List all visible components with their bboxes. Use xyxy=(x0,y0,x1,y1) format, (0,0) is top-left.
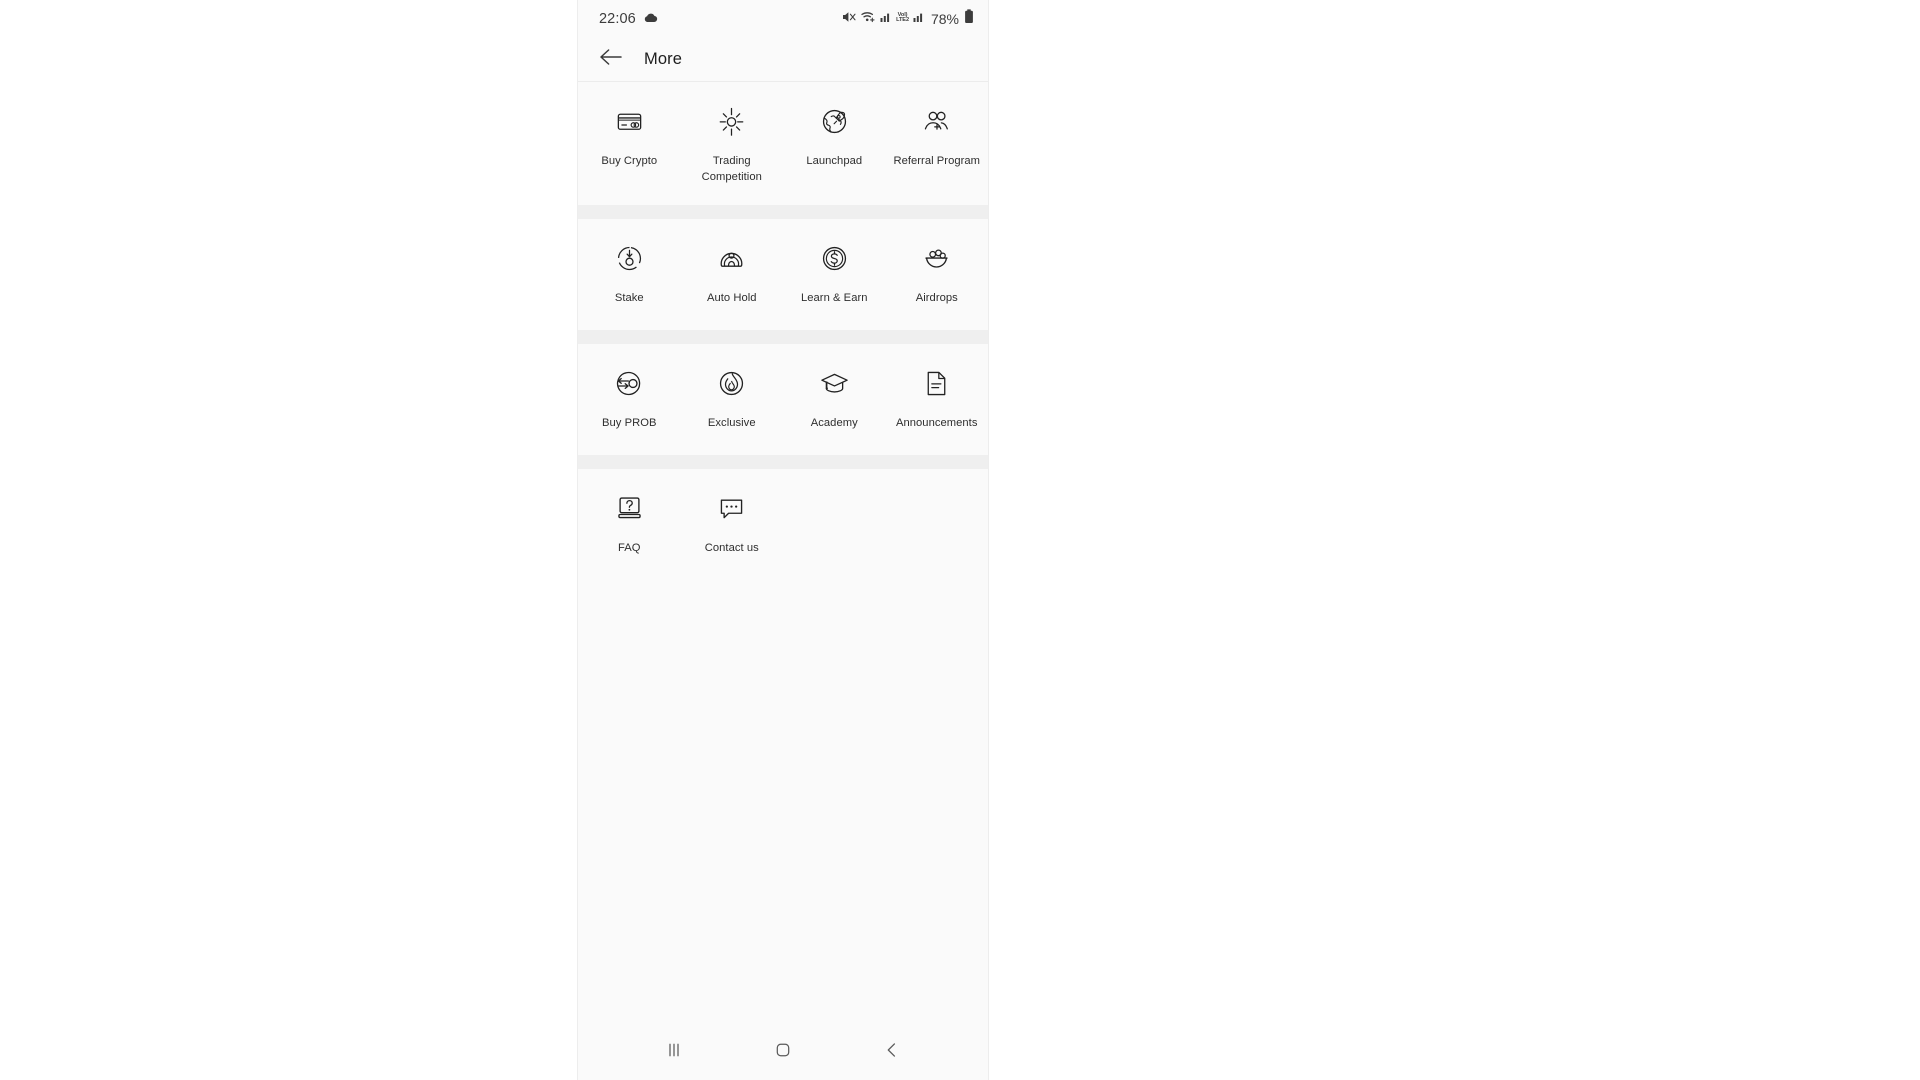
menu-item-trading-competition[interactable]: Trading Competition xyxy=(681,97,784,195)
menu-label: Trading Competition xyxy=(702,153,762,185)
grid-section-4: FAQ Contact us xyxy=(578,484,988,570)
menu-label: Referral Program xyxy=(893,155,981,167)
menu-label: FAQ xyxy=(617,542,641,555)
menu-item-buy-crypto[interactable]: Buy Crypto xyxy=(578,97,681,195)
menu-item-buy-prob[interactable]: Buy PROB xyxy=(578,359,681,445)
menu-item-airdrops[interactable]: Airdrops xyxy=(886,234,989,320)
section-resources: Buy PROB Exclusive Academy Announcements xyxy=(578,344,988,456)
stake-circle-arrow-icon xyxy=(613,242,645,274)
globe-rocket-icon xyxy=(818,105,850,137)
recents-icon xyxy=(664,1040,684,1065)
menu-item-faq[interactable]: FAQ xyxy=(578,484,681,570)
home-icon xyxy=(773,1040,793,1065)
menu-label: Learn & Earn xyxy=(800,292,868,305)
recents-button[interactable] xyxy=(650,1030,698,1074)
page-title: More xyxy=(644,50,682,68)
wifi-icon xyxy=(861,10,876,28)
android-nav-bar xyxy=(578,1024,988,1080)
section-support: FAQ Contact us xyxy=(578,469,988,581)
menu-label: Stake xyxy=(614,292,644,305)
grid-empty-cell xyxy=(886,484,989,570)
cloud-icon xyxy=(643,10,658,28)
menu-label: Buy PROB xyxy=(602,417,657,430)
menu-label: Auto Hold xyxy=(706,292,757,305)
menu-item-learn-and-earn[interactable]: Learn & Earn xyxy=(783,234,886,320)
menu-item-stake[interactable]: Stake xyxy=(578,234,681,320)
people-add-icon xyxy=(921,105,953,137)
airdrop-bowl-icon xyxy=(921,242,953,274)
menu-label: Academy xyxy=(810,417,858,430)
menu-item-contact-us[interactable]: Contact us xyxy=(681,484,784,570)
document-icon xyxy=(921,367,953,399)
credit-card-icon xyxy=(613,105,645,137)
status-bar-left: 22:06 xyxy=(599,10,658,28)
grid-empty-cell xyxy=(783,484,886,570)
battery-percent: 78% xyxy=(930,11,959,27)
dollar-coin-icon xyxy=(818,242,850,274)
home-button[interactable] xyxy=(759,1030,807,1074)
app-header: More xyxy=(578,38,988,82)
chevron-left-icon xyxy=(882,1040,902,1065)
chat-bubble-icon xyxy=(716,492,748,524)
menu-label-line2: Competition xyxy=(701,171,762,184)
menu-label: Exclusive xyxy=(707,417,756,430)
section-trading: Buy Crypto Trading Competition Launchpad… xyxy=(578,82,988,206)
swap-circle-icon xyxy=(613,367,645,399)
arrow-left-icon xyxy=(599,47,623,72)
menu-item-auto-hold[interactable]: Auto Hold xyxy=(681,234,784,320)
back-nav-button[interactable] xyxy=(868,1030,916,1074)
grid-section-3: Buy PROB Exclusive Academy Announcements xyxy=(578,359,988,445)
grid-section-1: Buy Crypto Trading Competition Launchpad… xyxy=(578,97,988,195)
menu-label-line1: Trading xyxy=(712,155,751,167)
faq-book-icon xyxy=(613,492,645,524)
signal-bars-icon xyxy=(880,10,892,28)
section-divider-3 xyxy=(578,455,988,470)
menu-item-referral-program[interactable]: Referral Program xyxy=(886,97,989,195)
volte-bottom-text: LTE2 xyxy=(896,17,909,23)
grid-section-2: Stake Auto Hold Learn & Earn Airdrops xyxy=(578,234,988,320)
menu-label: Launchpad xyxy=(806,155,863,167)
menu-item-announcements[interactable]: Announcements xyxy=(886,359,989,445)
screenshot-root: 22:06 Vol) LTE2 78% More Buy Crypto Trad… xyxy=(0,0,1920,1080)
volte-icon: Vol) LTE2 xyxy=(896,12,909,23)
menu-item-academy[interactable]: Academy xyxy=(783,359,886,445)
status-time: 22:06 xyxy=(599,11,636,27)
status-bar: 22:06 Vol) LTE2 78% xyxy=(578,0,988,38)
section-divider-2 xyxy=(578,330,988,345)
section-divider-1 xyxy=(578,205,988,220)
signal-bars-2-icon xyxy=(913,10,925,28)
menu-label: Announcements xyxy=(895,417,978,430)
sun-burst-icon xyxy=(716,105,748,137)
auto-hold-person-icon xyxy=(716,242,748,274)
status-bar-right: Vol) LTE2 78% xyxy=(842,9,974,29)
graduation-cap-icon xyxy=(818,367,850,399)
flame-circle-icon xyxy=(716,367,748,399)
more-menu-content: Buy Crypto Trading Competition Launchpad… xyxy=(578,82,988,1024)
back-button[interactable] xyxy=(598,47,624,73)
menu-label: Contact us xyxy=(704,542,759,555)
battery-full-icon xyxy=(964,9,974,29)
phone-viewport: 22:06 Vol) LTE2 78% More Buy Crypto Trad… xyxy=(577,0,989,1080)
menu-item-launchpad[interactable]: Launchpad xyxy=(783,97,886,195)
mute-icon xyxy=(842,10,857,29)
section-earn: Stake Auto Hold Learn & Earn Airdrops xyxy=(578,219,988,331)
menu-label: Airdrops xyxy=(915,292,958,305)
menu-item-exclusive[interactable]: Exclusive xyxy=(681,359,784,445)
menu-label: Buy Crypto xyxy=(601,155,658,167)
